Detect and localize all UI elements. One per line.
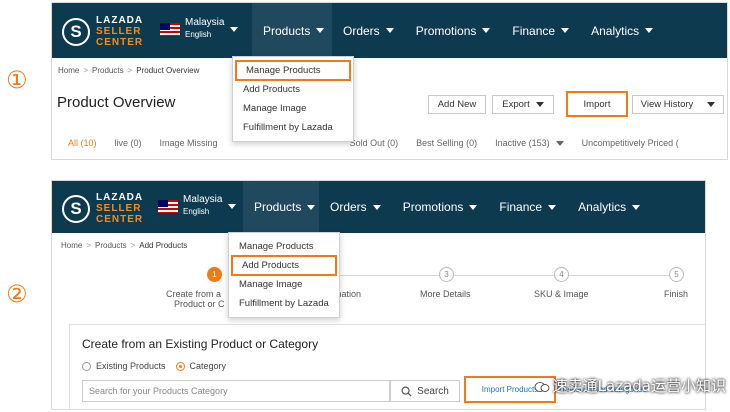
add-new-button[interactable]: Add New bbox=[428, 95, 486, 114]
logo-text: LAZADA SELLER CENTER bbox=[96, 15, 144, 48]
breadcrumb-home[interactable]: Home bbox=[58, 66, 79, 75]
chevron-down-icon bbox=[307, 204, 316, 210]
chevron-down-icon bbox=[372, 204, 381, 210]
nav-products[interactable]: Products bbox=[252, 3, 332, 58]
nav-products[interactable]: Products bbox=[243, 181, 319, 233]
breadcrumb: Home > Products > Product Overview bbox=[58, 66, 200, 75]
category-search-input[interactable]: Search for your Products Category bbox=[82, 380, 390, 402]
step-5-indicator: 5 bbox=[669, 267, 684, 282]
tab-sold-out[interactable]: Sold Out (0) bbox=[350, 138, 399, 148]
nav-orders[interactable]: Orders bbox=[319, 181, 392, 233]
country-name: Malaysia bbox=[183, 194, 223, 205]
main-nav: Products Orders Promotions Finance Analy… bbox=[243, 181, 651, 233]
language-label: English bbox=[183, 207, 210, 216]
breadcrumb-products[interactable]: Products bbox=[92, 66, 124, 75]
step-4-label: SKU & Image bbox=[534, 289, 589, 299]
wechat-icon bbox=[534, 381, 550, 392]
step-4-indicator: 4 bbox=[554, 267, 569, 282]
step-1-label: Create from a Product or C bbox=[166, 289, 225, 309]
import-button[interactable]: Import bbox=[566, 91, 628, 117]
menu-fulfillment-by-lazada[interactable]: Fulfillment by Lazada bbox=[229, 294, 339, 313]
tab-best-selling[interactable]: Best Selling (0) bbox=[416, 138, 477, 148]
chevron-down-icon bbox=[228, 203, 237, 209]
breadcrumb-current: Add Products bbox=[139, 241, 188, 250]
watermark-text: 速卖通Lazada运营小知识 bbox=[534, 375, 726, 396]
nav-analytics[interactable]: Analytics bbox=[580, 3, 664, 58]
country-name: Malaysia bbox=[185, 17, 225, 28]
nav-promotions[interactable]: Promotions bbox=[405, 3, 502, 58]
chevron-down-icon bbox=[385, 28, 394, 33]
view-history-button[interactable]: View History bbox=[632, 95, 724, 114]
malaysia-flag-icon bbox=[160, 22, 180, 36]
nav-finance[interactable]: Finance bbox=[488, 181, 567, 233]
search-button[interactable]: Search bbox=[390, 380, 460, 402]
nav-analytics[interactable]: Analytics bbox=[567, 181, 651, 233]
menu-add-products[interactable]: Add Products bbox=[233, 80, 353, 99]
lazada-logo[interactable]: S LAZADA SELLER CENTER bbox=[62, 192, 143, 225]
tab-image-missing[interactable]: Image Missing bbox=[160, 138, 218, 148]
screenshot-product-overview: S LAZADA SELLER CENTER Malaysia English … bbox=[51, 2, 728, 160]
chevron-down-icon bbox=[555, 141, 564, 147]
chevron-down-icon bbox=[707, 102, 716, 107]
radio-existing-products[interactable]: Existing Products bbox=[82, 361, 166, 372]
top-navigation-bar: S LAZADA SELLER CENTER Malaysia English … bbox=[52, 181, 705, 233]
panel-title: Create from an Existing Product or Categ… bbox=[82, 337, 319, 351]
country-selector[interactable]: Malaysia English bbox=[160, 17, 239, 41]
logo-text: LAZADA SELLER CENTER bbox=[96, 192, 144, 225]
seller-center-logo-icon: S bbox=[62, 194, 90, 223]
product-status-tabs: All (10) live (0) Image Missing Sold Out… bbox=[68, 138, 727, 148]
malaysia-flag-icon bbox=[158, 199, 178, 213]
products-dropdown-menu: Manage Products Add Products Manage Imag… bbox=[228, 232, 340, 318]
breadcrumb-products[interactable]: Products bbox=[95, 241, 127, 250]
menu-manage-products[interactable]: Manage Products bbox=[229, 237, 339, 256]
breadcrumb: Home > Products > Add Products bbox=[61, 241, 188, 250]
tab-uncompetitively-priced[interactable]: Uncompetitively Priced ( bbox=[582, 138, 679, 148]
chevron-down-icon bbox=[230, 26, 239, 32]
tab-live[interactable]: live (0) bbox=[115, 138, 142, 148]
seller-center-logo-icon: S bbox=[62, 17, 90, 46]
lazada-logo[interactable]: S LAZADA SELLER CENTER bbox=[62, 15, 143, 48]
search-icon bbox=[401, 386, 412, 397]
radio-category[interactable]: Category bbox=[175, 361, 226, 372]
menu-manage-image[interactable]: Manage Image bbox=[233, 99, 353, 118]
step-1-indicator: 1 bbox=[207, 267, 222, 282]
country-selector[interactable]: Malaysia English bbox=[158, 194, 237, 218]
language-label: English bbox=[185, 30, 212, 39]
products-dropdown-menu: Manage Products Add Products Manage Imag… bbox=[232, 56, 354, 142]
page-title: Product Overview bbox=[57, 94, 176, 111]
menu-manage-image[interactable]: Manage Image bbox=[229, 275, 339, 294]
chevron-down-icon bbox=[561, 28, 570, 33]
chevron-down-icon bbox=[632, 204, 641, 210]
create-product-panel: Create from an Existing Product or Categ… bbox=[69, 324, 705, 409]
tab-inactive[interactable]: Inactive (153) bbox=[495, 138, 564, 148]
step-3-indicator: 3 bbox=[439, 267, 454, 282]
chevron-down-icon bbox=[645, 28, 654, 33]
chevron-down-icon bbox=[535, 102, 544, 107]
chevron-down-icon bbox=[548, 204, 557, 210]
top-navigation-bar: S LAZADA SELLER CENTER Malaysia English … bbox=[52, 3, 727, 58]
nav-promotions[interactable]: Promotions bbox=[392, 181, 489, 233]
menu-fulfillment-by-lazada[interactable]: Fulfillment by Lazada bbox=[233, 118, 353, 137]
step-one-marker: ① bbox=[6, 66, 28, 94]
breadcrumb-home[interactable]: Home bbox=[61, 241, 82, 250]
nav-orders[interactable]: Orders bbox=[332, 3, 405, 58]
export-button[interactable]: Export bbox=[492, 95, 554, 114]
step-two-marker: ② bbox=[6, 280, 28, 308]
chevron-down-icon bbox=[469, 204, 478, 210]
nav-finance[interactable]: Finance bbox=[501, 3, 580, 58]
tab-all[interactable]: All (10) bbox=[68, 138, 97, 148]
menu-manage-products[interactable]: Manage Products bbox=[235, 60, 351, 81]
main-nav: Products Orders Promotions Finance Analy… bbox=[252, 3, 664, 58]
radio-selected-icon bbox=[175, 362, 185, 372]
radio-icon bbox=[82, 362, 91, 372]
step-5-label: Finish bbox=[664, 289, 689, 299]
breadcrumb-current: Product Overview bbox=[136, 66, 200, 75]
chevron-down-icon bbox=[316, 28, 325, 33]
step-3-label: More Details bbox=[420, 289, 471, 299]
menu-add-products[interactable]: Add Products bbox=[231, 255, 337, 276]
chevron-down-icon bbox=[482, 28, 491, 33]
source-radio-group: Existing Products Category bbox=[82, 361, 226, 372]
